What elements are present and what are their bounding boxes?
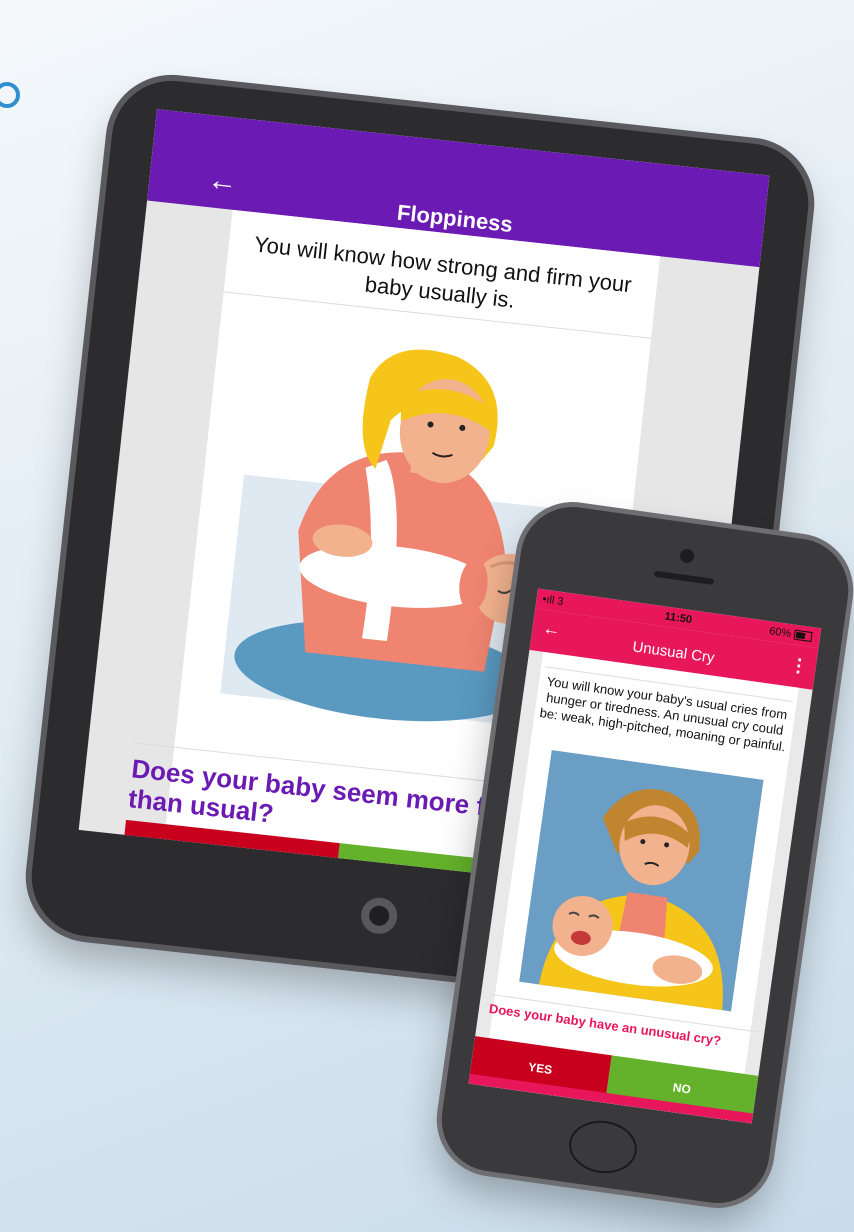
phone-screen: •ıll 3 11:50 60% ← Unusual Cry ⋮ You wil… (468, 588, 822, 1124)
battery-icon (793, 629, 813, 643)
corner-ring-glyph (0, 82, 20, 108)
camera-icon (679, 548, 695, 564)
mother-crying-baby-illustration (519, 749, 764, 1012)
speaker-grille (653, 570, 715, 585)
phone-content: You will know your baby's usual cries fr… (468, 651, 799, 1122)
battery-status: 60% (768, 625, 813, 643)
menu-dots-icon[interactable]: ⋮ (788, 654, 810, 677)
home-button-icon[interactable] (565, 1116, 641, 1178)
home-button-icon[interactable] (359, 895, 400, 936)
battery-percent: 60% (768, 625, 792, 641)
